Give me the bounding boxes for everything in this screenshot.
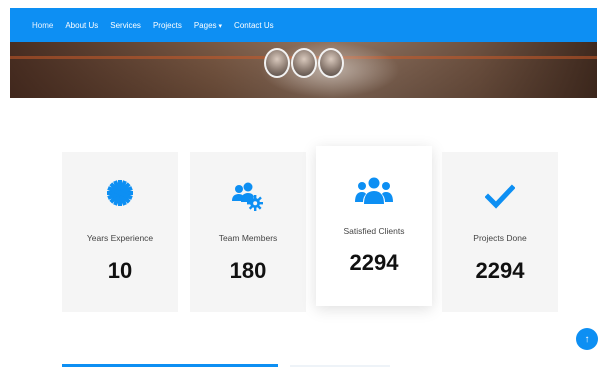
- gear-icon: [62, 176, 178, 210]
- arrow-up-icon: ↑: [584, 333, 590, 345]
- hero-banner: [10, 42, 597, 98]
- stat-card-years-experience: Years Experience 10: [62, 152, 178, 312]
- nav-item-projects[interactable]: Projects: [153, 21, 182, 30]
- stat-label: Years Experience: [86, 233, 154, 243]
- stat-label: Projects Done: [473, 233, 527, 243]
- stat-label: Team Members: [218, 233, 278, 243]
- chevron-down-icon: ▾: [218, 22, 223, 30]
- stat-value: 10: [107, 258, 133, 283]
- top-navbar: Home About Us Services Projects Pages ▾ C…: [10, 8, 597, 42]
- stat-card-team-members: Team Members 180: [190, 152, 306, 312]
- stat-card-satisfied-clients: Satisfied Clients 2294: [316, 146, 432, 306]
- avatar: [318, 48, 344, 78]
- team-icon: [190, 180, 306, 214]
- stat-value: 180: [229, 258, 267, 283]
- avatar: [291, 48, 317, 78]
- users-icon: [316, 174, 432, 208]
- nav-item-pages-label: Pages: [193, 20, 217, 30]
- stat-value: 2294: [475, 258, 525, 283]
- check-icon: [442, 180, 558, 214]
- stat-value: 2294: [349, 250, 399, 275]
- nav-item-home[interactable]: Home: [32, 21, 53, 30]
- avatar: [264, 48, 290, 78]
- stat-card-projects-done: Projects Done 2294: [442, 152, 558, 312]
- back-to-top-button[interactable]: ↑: [576, 328, 598, 350]
- nav-item-about-us[interactable]: About Us: [65, 21, 98, 30]
- stat-label: Satisfied Clients: [343, 226, 405, 236]
- nav-item-contact-us[interactable]: Contact Us: [234, 21, 274, 30]
- nav-item-pages[interactable]: Pages ▾: [194, 21, 222, 30]
- nav-item-services[interactable]: Services: [110, 21, 141, 30]
